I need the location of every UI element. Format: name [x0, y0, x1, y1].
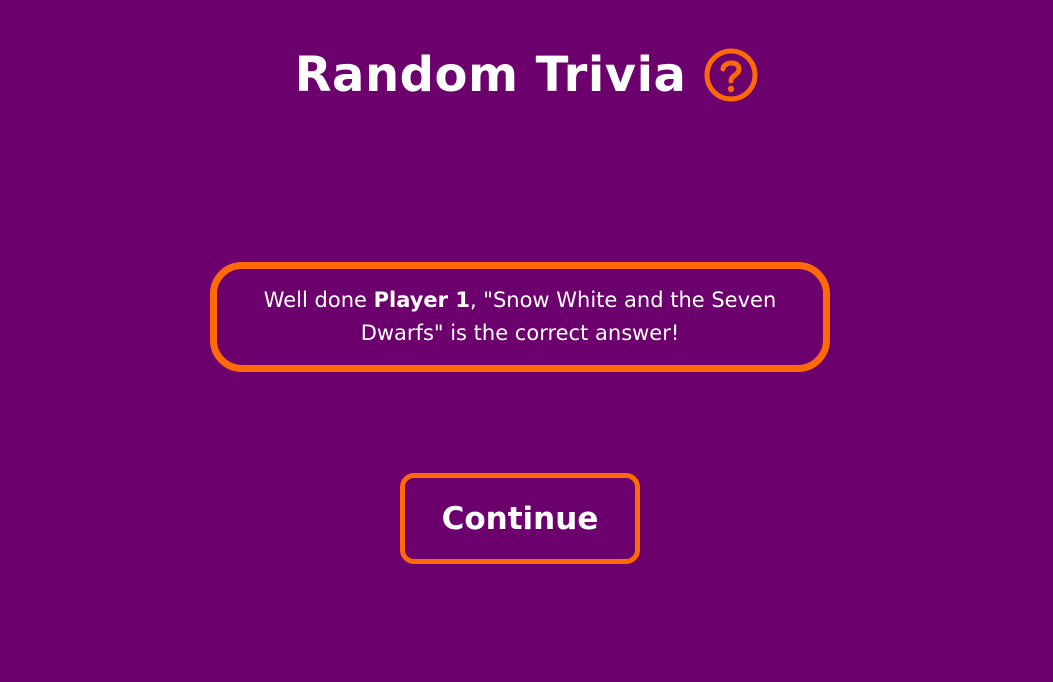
feedback-text: Well done Player 1, "Snow White and the … [239, 284, 801, 350]
player-name: Player 1 [373, 288, 470, 312]
feedback-prefix: Well done [263, 288, 374, 312]
continue-button[interactable]: Continue [400, 473, 640, 564]
question-circle-icon[interactable] [704, 48, 758, 102]
answer-feedback-message: Well done Player 1, "Snow White and the … [210, 262, 830, 372]
title-bar: Random Trivia [0, 40, 1053, 110]
page-title: Random Trivia [294, 47, 687, 103]
